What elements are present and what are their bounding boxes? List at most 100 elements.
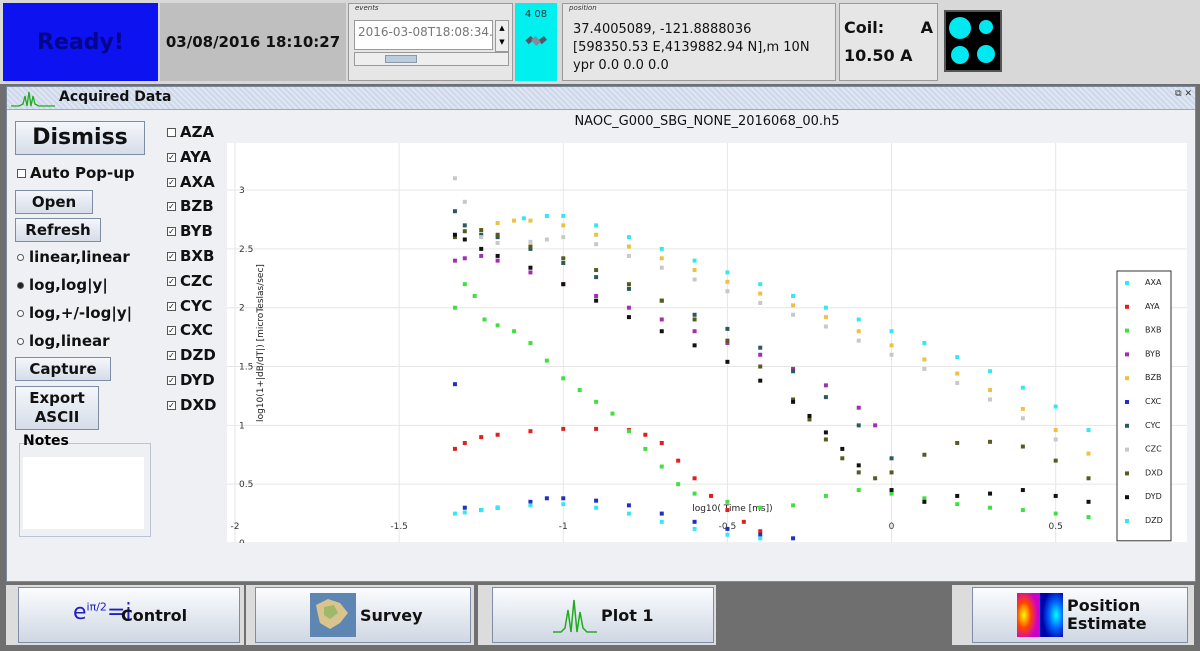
data-point-axa (659, 246, 664, 251)
events-scrollbar[interactable] (354, 52, 509, 66)
channel-checkbox-bzb[interactable]: ✓ BZB (167, 197, 214, 215)
data-point-czc (692, 277, 697, 282)
scale-radio-3[interactable]: log,linear (17, 332, 110, 350)
data-point-dxd (725, 338, 730, 343)
checkbox-icon[interactable]: ✓ (167, 276, 176, 286)
control-button[interactable]: eiπ/2=i Control (18, 587, 240, 643)
checkbox-icon[interactable]: ✓ (167, 202, 176, 212)
dismiss-button[interactable]: Dismiss (15, 121, 145, 155)
channel-checkbox-axa[interactable]: ✓ AXA (167, 173, 215, 191)
data-point-dyd (823, 430, 828, 435)
export-ascii-button[interactable]: Export ASCII (15, 386, 99, 430)
refresh-button[interactable]: Refresh (15, 218, 101, 242)
window-titlebar[interactable]: Acquired Data ⧉ ✕ (7, 87, 1195, 110)
data-point-bzb (561, 223, 566, 228)
legend-label-cyc: CYC (1145, 421, 1161, 430)
auto-popup-label: Auto Pop-up (30, 164, 135, 182)
data-point-dyd (1086, 499, 1091, 504)
close-icon[interactable]: ✕ (1184, 89, 1192, 99)
plot1-button[interactable]: Plot 1 (492, 587, 714, 643)
radio-icon[interactable] (17, 338, 24, 345)
notes-textarea[interactable] (23, 457, 144, 529)
legend-swatch-bxb (1125, 328, 1129, 333)
data-point-dyd (626, 315, 631, 320)
data-point-dzd (758, 536, 763, 541)
data-point-dxd (1086, 476, 1091, 481)
data-point-dyd (1020, 488, 1025, 493)
channel-checkbox-aya[interactable]: ✓ AYA (167, 148, 211, 166)
scroll-thumb[interactable] (385, 55, 417, 63)
data-point-byb (452, 258, 457, 263)
data-point-bzb (594, 232, 599, 237)
data-point-cxc (561, 496, 566, 501)
data-point-dyd (479, 246, 484, 251)
spinner-up-icon[interactable]: ▲ (496, 21, 508, 35)
data-point-dzd (626, 511, 631, 516)
data-point-bxb (626, 429, 631, 434)
data-point-cyc (758, 345, 763, 350)
radio-icon[interactable] (17, 254, 24, 261)
channel-label: DYD (180, 371, 215, 389)
data-point-czc (725, 289, 730, 294)
events-label: events (355, 4, 379, 12)
channel-checkbox-aza[interactable]: AZA (167, 123, 214, 141)
open-button[interactable]: Open (15, 190, 93, 214)
scale-radio-0[interactable]: linear,linear (17, 248, 130, 266)
scale-radio-2[interactable]: log,+/-log|y| (17, 304, 132, 322)
checkbox-icon[interactable]: ✓ (167, 252, 176, 261)
data-point-aya (462, 441, 467, 445)
data-point-dzd (462, 510, 467, 515)
channel-checkbox-cyc[interactable]: ✓ CYC (167, 297, 212, 315)
spinner-down-icon[interactable]: ▼ (496, 35, 508, 49)
checkbox-icon[interactable] (17, 169, 26, 178)
data-point-cxc (725, 526, 730, 531)
checkbox-icon[interactable]: ✓ (167, 351, 176, 361)
data-point-cyc (725, 326, 730, 331)
checkbox-icon[interactable]: ✓ (167, 301, 176, 311)
data-point-dxd (889, 470, 894, 475)
channel-checkbox-dyd[interactable]: ✓ DYD (167, 371, 215, 389)
checkbox-icon[interactable]: ✓ (167, 400, 176, 410)
map-icon (310, 593, 356, 637)
window-controls[interactable]: ⧉ ✕ (1175, 89, 1192, 99)
data-point-byb (479, 253, 484, 258)
legend-swatch-dxd (1125, 471, 1129, 476)
data-point-axa (626, 235, 631, 240)
position-estimate-button[interactable]: Position Estimate (972, 587, 1188, 643)
checkbox-icon[interactable] (167, 128, 176, 137)
channel-checkbox-czc[interactable]: ✓ CZC (167, 272, 213, 290)
legend-swatch-cxc (1125, 400, 1129, 404)
events-spinner[interactable]: ▲ ▼ (495, 20, 509, 52)
radio-icon[interactable] (17, 282, 24, 289)
checkbox-icon[interactable]: ✓ (167, 326, 176, 336)
channel-checkbox-bxb[interactable]: ✓ BXB (167, 247, 214, 265)
data-point-axa (856, 317, 861, 322)
data-point-bzb (528, 218, 533, 223)
scale-radio-1[interactable]: log,log|y| (17, 276, 108, 294)
events-field[interactable]: 2016-03-08T18:08:34.9 (354, 20, 493, 50)
checkbox-icon[interactable]: ✓ (167, 227, 176, 237)
channel-checkbox-dxd[interactable]: ✓ DXD (167, 396, 216, 414)
survey-button[interactable]: Survey (255, 587, 471, 643)
checkbox-icon[interactable]: ✓ (167, 376, 176, 385)
channel-checkbox-dzd[interactable]: ✓ DZD (167, 346, 216, 364)
data-point-aya (452, 446, 457, 451)
data-point-czc (856, 338, 861, 343)
auto-popup-checkbox[interactable]: Auto Pop-up (17, 164, 135, 182)
data-point-bzb (626, 244, 631, 249)
channel-checkbox-byb[interactable]: ✓ BYB (167, 222, 213, 240)
restore-icon[interactable]: ⧉ (1175, 89, 1181, 99)
checkbox-icon[interactable]: ✓ (167, 177, 176, 187)
checkbox-icon[interactable]: ✓ (167, 152, 176, 162)
capture-button[interactable]: Capture (15, 357, 111, 381)
channel-checkbox-cxc[interactable]: ✓ CXC (167, 321, 213, 339)
waveform-icon (11, 91, 55, 107)
data-point-czc (462, 199, 467, 204)
chart-title: NAOC_G000_SBG_NONE_2016068_00.h5 (574, 114, 840, 129)
coil-panel: Coil: A 10.50 A (839, 3, 938, 81)
data-point-dzd (594, 505, 599, 510)
coil-diagram-icon (944, 10, 1002, 72)
radio-icon[interactable] (17, 310, 24, 317)
channel-label: AYA (180, 147, 212, 166)
channel-label: BXB (180, 247, 215, 265)
